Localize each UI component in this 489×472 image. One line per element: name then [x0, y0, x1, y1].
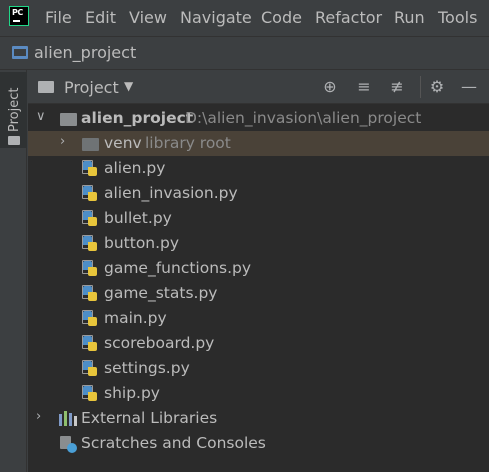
- tree-file[interactable]: ship.py: [28, 381, 489, 406]
- python-file-icon: [81, 260, 99, 278]
- python-file-icon: [81, 310, 99, 328]
- file-name: scoreboard.py: [104, 334, 215, 352]
- panel-title[interactable]: Project: [64, 78, 119, 97]
- chevron-down-icon[interactable]: ▼: [124, 79, 133, 93]
- tree-file[interactable]: alien_invasion.py: [28, 181, 489, 206]
- gear-icon[interactable]: ⚙: [426, 76, 448, 98]
- folder-icon: [82, 138, 99, 151]
- project-folder-icon: [12, 46, 28, 59]
- chevron-down-icon[interactable]: ∨: [36, 109, 46, 124]
- menu-file[interactable]: File: [45, 8, 72, 27]
- file-name: alien_invasion.py: [104, 184, 238, 202]
- file-name: game_functions.py: [104, 259, 252, 277]
- external-libraries-label: External Libraries: [81, 409, 218, 427]
- expand-all-icon[interactable]: ≡: [353, 76, 375, 98]
- scratches-label: Scratches and Consoles: [81, 434, 266, 452]
- tree-file[interactable]: scoreboard.py: [28, 331, 489, 356]
- chevron-right-icon[interactable]: ›: [60, 134, 65, 149]
- tree-file[interactable]: game_stats.py: [28, 281, 489, 306]
- python-file-icon: [81, 360, 99, 378]
- tree-item-scratches[interactable]: Scratches and Consoles: [28, 431, 489, 456]
- menu-tools[interactable]: Tools: [438, 8, 477, 27]
- folder-icon: [8, 136, 20, 145]
- folder-icon: [38, 81, 54, 93]
- tree-file[interactable]: game_functions.py: [28, 256, 489, 281]
- locate-icon[interactable]: ⊕: [319, 76, 341, 98]
- menu-run[interactable]: Run: [394, 8, 425, 27]
- file-name: main.py: [104, 309, 167, 327]
- tree-item-external-libraries[interactable]: › External Libraries: [28, 406, 489, 431]
- menu-navigate[interactable]: Navigate: [180, 8, 252, 27]
- tree-file[interactable]: button.py: [28, 231, 489, 256]
- file-name: settings.py: [104, 359, 190, 377]
- breadcrumb[interactable]: alien_project: [34, 43, 136, 62]
- tree-root-alien-project[interactable]: ∨ alien_project D:\alien_invasion\alien_…: [28, 106, 489, 131]
- tree-file[interactable]: bullet.py: [28, 206, 489, 231]
- python-file-icon: [81, 185, 99, 203]
- menu-bar: PC File Edit View Navigate Code Refactor…: [0, 0, 489, 36]
- python-file-icon: [81, 160, 99, 178]
- collapse-all-icon[interactable]: ≢: [386, 76, 408, 98]
- project-tree: ∨ alien_project D:\alien_invasion\alien_…: [28, 104, 489, 472]
- menu-code[interactable]: Code: [261, 8, 302, 27]
- venv-name: venv: [104, 134, 142, 152]
- file-name: ship.py: [104, 384, 160, 402]
- project-panel-header: Project ▼ ⊕ ≡ ≢ ⚙ —: [28, 70, 489, 104]
- minimize-icon[interactable]: —: [458, 76, 480, 98]
- pycharm-logo-icon[interactable]: PC: [9, 6, 29, 26]
- file-name: bullet.py: [104, 209, 172, 227]
- chevron-right-icon[interactable]: ›: [36, 409, 41, 424]
- python-file-icon: [81, 385, 99, 403]
- project-tool-tab-label: Project: [7, 87, 22, 132]
- python-file-icon: [81, 210, 99, 228]
- toolbar-divider: [420, 76, 421, 98]
- venv-note: library root: [145, 134, 231, 152]
- python-file-icon: [81, 285, 99, 303]
- tree-file[interactable]: settings.py: [28, 356, 489, 381]
- file-name: alien.py: [104, 159, 166, 177]
- left-tool-stripe: Project: [0, 70, 27, 472]
- project-tool-tab[interactable]: Project: [0, 72, 27, 148]
- tree-item-venv[interactable]: › venv library root: [28, 131, 489, 156]
- python-file-icon: [81, 335, 99, 353]
- menu-refactor[interactable]: Refactor: [315, 8, 382, 27]
- navigation-bar: alien_project: [0, 36, 489, 70]
- file-name: button.py: [104, 234, 180, 252]
- scratches-icon: [59, 435, 77, 453]
- menu-view[interactable]: View: [129, 8, 167, 27]
- tree-file[interactable]: alien.py: [28, 156, 489, 181]
- file-name: game_stats.py: [104, 284, 218, 302]
- library-icon: [59, 411, 77, 426]
- root-folder-name: alien_project: [81, 109, 194, 127]
- root-folder-path: D:\alien_invasion\alien_project: [185, 109, 422, 127]
- python-file-icon: [81, 235, 99, 253]
- menu-edit[interactable]: Edit: [85, 8, 116, 27]
- tree-file[interactable]: main.py: [28, 306, 489, 331]
- folder-icon: [60, 113, 77, 126]
